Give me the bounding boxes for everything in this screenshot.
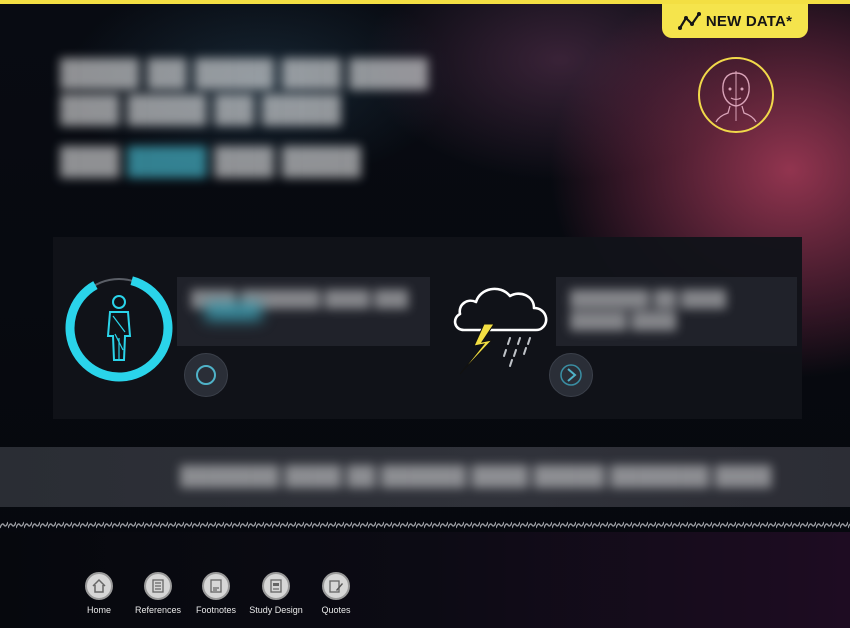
next-button[interactable] [549, 353, 593, 397]
person-progress-ring-icon [65, 274, 173, 382]
left-card-text: ████ █████ ███████ ████ ███ [177, 277, 430, 346]
wavy-divider [0, 518, 850, 532]
list-document-icon [144, 572, 172, 600]
new-data-label: NEW DATA* [705, 12, 793, 30]
hero-headline-line-1: ████ ██ ████ ███ ████ [60, 58, 429, 89]
footnote-document-icon [202, 572, 230, 600]
trend-line-icon [677, 12, 701, 30]
footnote-strip-text: ███████ ████ ██ ██████ ████ █████ ██████… [180, 465, 772, 487]
chevron-right-icon [560, 364, 582, 386]
footnote-strip: ███████ ████ ██ ██████ ████ █████ ██████… [0, 447, 850, 507]
hero-headline-line-3: ███ ████ ███ ████ [60, 146, 362, 177]
storm-cloud-icon [453, 287, 548, 375]
avatar[interactable] [698, 57, 774, 133]
record-button[interactable] [184, 353, 228, 397]
record-circle-icon [196, 365, 216, 385]
home-icon [85, 572, 113, 600]
nav-quotes-label: Quotes [321, 605, 351, 615]
nav-quotes[interactable]: Quotes [301, 572, 371, 615]
face-profile-icon [715, 71, 757, 123]
quote-pen-icon [322, 572, 350, 600]
study-design-icon [262, 572, 290, 600]
right-card-text: ███████ ██ ████ █████ ████ [556, 277, 797, 346]
new-data-badge[interactable]: NEW DATA* [662, 4, 808, 38]
hero-headline-line-2: ███ ████ ██ ████ [60, 94, 342, 125]
